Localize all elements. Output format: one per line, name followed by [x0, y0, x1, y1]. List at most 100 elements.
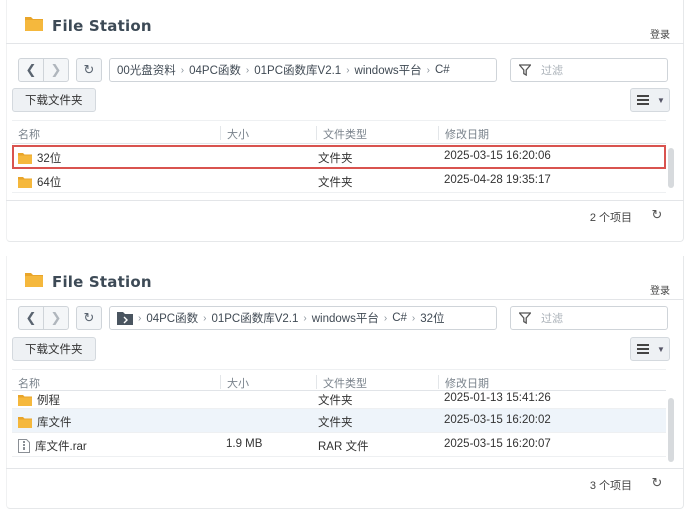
breadcrumb-item[interactable]: 32位: [417, 310, 447, 326]
table-row[interactable]: 库文件.rar 1.9 MB RAR 文件 2025-03-15 16:20:0…: [12, 433, 666, 457]
table-row[interactable]: 64位 文件夹 2025-04-28 19:35:17: [12, 169, 666, 193]
list-view-icon: [637, 95, 649, 105]
caret-down-icon: ▼: [657, 344, 665, 354]
column-type[interactable]: 文件类型: [316, 375, 436, 390]
table-header: 名称 大小 文件类型 修改日期: [12, 369, 666, 391]
forward-button[interactable]: ❯: [43, 58, 69, 82]
folder-icon: [18, 395, 32, 406]
app-title: File Station: [52, 17, 152, 35]
column-modified[interactable]: 修改日期: [438, 375, 638, 390]
item-count: 3 个项目: [589, 480, 632, 492]
chevron-right-icon: ❯: [50, 310, 62, 325]
view-mode-button[interactable]: ▼: [630, 337, 670, 361]
filter-placeholder: 过滤: [541, 313, 563, 325]
file-station-window: File Station 登录 ❮ ❯ ↻ › 04PC函数 › 01PC函数库…: [0, 256, 688, 515]
file-table: 名称 大小 文件类型 修改日期 32位 文件夹 2025-03-15 16:20…: [12, 120, 666, 193]
table-row[interactable]: 库文件 文件夹 2025-03-15 16:20:02: [12, 409, 666, 433]
row-name-text: 32位: [37, 153, 62, 165]
caret-down-icon: ▼: [657, 95, 665, 105]
column-modified[interactable]: 修改日期: [438, 126, 638, 141]
breadcrumb-item[interactable]: windows平台: [309, 310, 382, 326]
file-table: 名称 大小 文件类型 修改日期 例程 文件夹 2025-01-13 15:41:…: [12, 369, 666, 457]
column-size[interactable]: 大小: [220, 126, 314, 141]
download-folder-button[interactable]: 下载文件夹: [12, 337, 96, 361]
chevron-right-icon: ›: [383, 312, 388, 324]
refresh-icon: ↻: [83, 310, 95, 325]
row-name: 64位: [18, 174, 61, 190]
chevron-right-icon: ›: [346, 64, 350, 76]
archive-icon: [18, 439, 30, 453]
column-name[interactable]: 名称: [12, 126, 218, 141]
row-modified: 2025-03-15 16:20:06: [444, 150, 551, 162]
titlebar: File Station 登录: [6, 256, 684, 300]
toolbar: ❮ ❯ ↻ › 04PC函数 › 01PC函数库V2.1 › windows平台…: [6, 306, 684, 334]
download-folder-button[interactable]: 下载文件夹: [12, 88, 96, 112]
chevron-left-icon: ❮: [25, 310, 37, 325]
login-link[interactable]: 登录: [650, 26, 670, 41]
file-station-window: File Station 登录 ❮ ❯ ↻ 00光盘资料 › 04PC函数 › …: [0, 0, 688, 248]
breadcrumb-item[interactable]: C#: [389, 312, 410, 324]
table-row[interactable]: 32位 文件夹 2025-03-15 16:20:06: [12, 145, 666, 169]
table-header: 名称 大小 文件类型 修改日期: [12, 120, 666, 144]
back-button[interactable]: ❮: [18, 58, 44, 82]
chevron-right-icon: ›: [245, 64, 250, 76]
chevron-right-icon: ›: [411, 312, 416, 324]
refresh-button[interactable]: ↻: [76, 58, 102, 82]
chevron-right-icon: ›: [138, 312, 142, 324]
file-station-icon: [25, 273, 43, 287]
row-modified: 2025-01-13 15:41:26: [444, 392, 551, 404]
column-size[interactable]: 大小: [220, 375, 314, 390]
breadcrumb[interactable]: 00光盘资料 › 04PC函数 › 01PC函数库V2.1 › windows平…: [109, 58, 497, 82]
breadcrumb[interactable]: › 04PC函数 › 01PC函数库V2.1 › windows平台 › C# …: [109, 306, 497, 330]
folder-icon: [18, 153, 32, 164]
breadcrumb-item[interactable]: C#: [432, 64, 453, 76]
row-name-text: 64位: [37, 177, 62, 189]
scrollbar[interactable]: [668, 148, 674, 188]
folder-icon: [18, 177, 32, 188]
breadcrumb-item[interactable]: 04PC函数: [143, 310, 201, 326]
view-mode-button[interactable]: ▼: [630, 88, 670, 112]
row-name-text: 库文件: [37, 417, 72, 429]
column-name[interactable]: 名称: [12, 375, 218, 390]
row-modified: 2025-04-28 19:35:17: [444, 174, 551, 186]
refresh-icon[interactable]: ↻: [648, 474, 666, 492]
column-type[interactable]: 文件类型: [316, 126, 436, 141]
row-name: 库文件: [18, 414, 72, 430]
row-name: 库文件.rar: [18, 438, 87, 454]
login-link[interactable]: 登录: [650, 282, 670, 297]
row-type: 文件夹: [318, 153, 353, 165]
folder-icon[interactable]: [117, 311, 133, 325]
chevron-right-icon: ›: [203, 312, 207, 324]
refresh-icon: ↻: [83, 62, 95, 77]
breadcrumb-item[interactable]: 00光盘资料: [114, 62, 179, 78]
row-size: 1.9 MB: [226, 438, 263, 450]
refresh-button[interactable]: ↻: [76, 306, 102, 330]
refresh-icon[interactable]: ↻: [648, 206, 666, 224]
row-modified: 2025-03-15 16:20:07: [444, 438, 551, 450]
table-row[interactable]: 例程 文件夹 2025-01-13 15:41:26: [12, 391, 666, 409]
back-button[interactable]: ❮: [18, 306, 44, 330]
status-bar: 2 个项目 ↻: [6, 200, 684, 230]
chevron-right-icon: ›: [426, 64, 430, 76]
titlebar: File Station 登录: [6, 0, 684, 44]
row-type: 文件夹: [318, 177, 353, 189]
app-title: File Station: [52, 273, 152, 291]
chevron-right-icon: ❯: [50, 62, 62, 77]
breadcrumb-item[interactable]: 04PC函数: [186, 62, 244, 78]
filter-input[interactable]: 过滤: [510, 306, 668, 330]
row-name-text: 例程: [37, 395, 60, 407]
row-type: 文件夹: [318, 417, 353, 429]
scrollbar[interactable]: [668, 398, 674, 462]
chevron-left-icon: ❮: [25, 62, 37, 77]
forward-button[interactable]: ❯: [43, 306, 69, 330]
breadcrumb-item[interactable]: 01PC函数库V2.1: [208, 310, 301, 326]
toolbar: ❮ ❯ ↻ 00光盘资料 › 04PC函数 › 01PC函数库V2.1 › wi…: [6, 58, 684, 86]
row-name: 例程: [18, 392, 60, 408]
chevron-right-icon: ›: [303, 312, 307, 324]
file-station-icon: [25, 17, 43, 31]
list-view-icon: [637, 344, 649, 354]
breadcrumb-item[interactable]: windows平台: [352, 62, 425, 78]
breadcrumb-item[interactable]: 01PC函数库V2.1: [251, 62, 344, 78]
row-type: RAR 文件: [318, 441, 369, 453]
filter-input[interactable]: 过滤: [510, 58, 668, 82]
